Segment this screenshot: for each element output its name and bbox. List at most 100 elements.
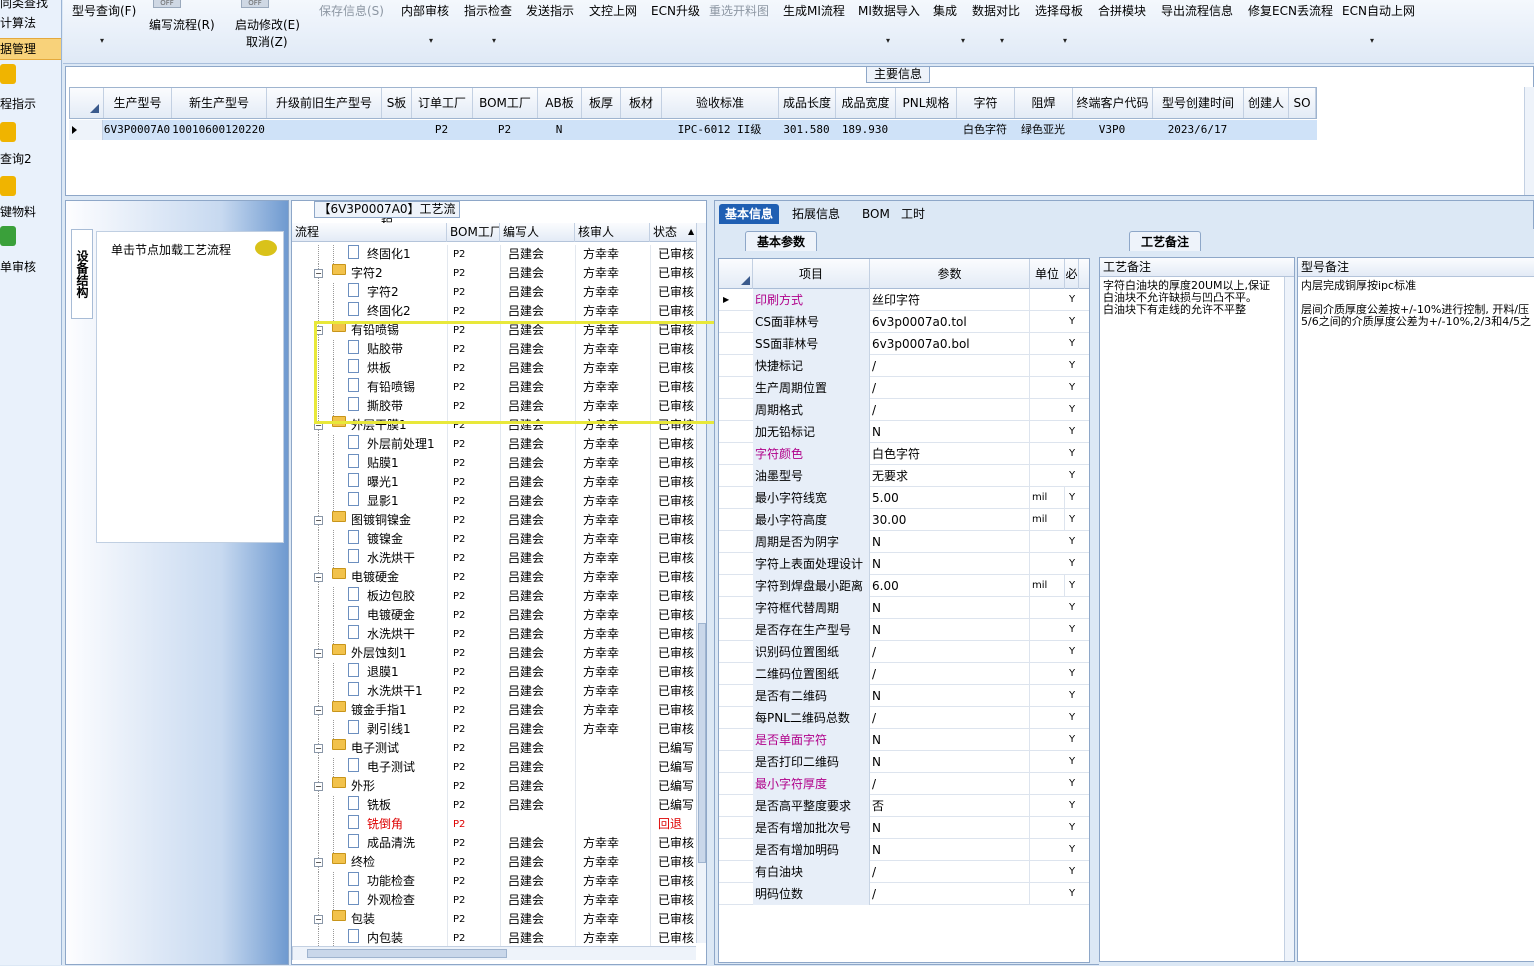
param-col-header-3[interactable]: 必 [1065, 259, 1079, 289]
tree-row[interactable]: 字符2 P2 吕建会 方幸幸 已审核 [292, 283, 697, 302]
tree-node-label[interactable]: 镀金手指1 [351, 701, 446, 720]
tree-col-header-2[interactable]: 编写人 [500, 223, 575, 242]
param-row[interactable]: 字符颜色 白色字符 Y [719, 443, 1089, 465]
toolbar-button-6[interactable]: ECN升级 [651, 2, 700, 19]
toggle-switch-2[interactable]: OFF [241, 0, 269, 8]
load-flow-hint[interactable]: 单击节点加载工艺流程 [111, 241, 231, 258]
tree-node-label[interactable]: 终检 [351, 853, 446, 872]
toolbar-button-16[interactable]: ECN自动上网 [1342, 2, 1415, 19]
main-cell-13[interactable]: 白色字符 [956, 120, 1014, 140]
tree-node-label[interactable]: 铣板 [367, 796, 447, 815]
toolbar-button-1[interactable]: 保存信息(S) [319, 2, 384, 19]
param-row[interactable]: 有白油块 / Y [719, 861, 1089, 883]
tree-node-label[interactable]: 水洗烘干 [367, 625, 447, 644]
main-col-header-14[interactable]: 阻焊 [1015, 88, 1073, 118]
detail-tab-3[interactable]: 工时 [895, 204, 931, 224]
start-edit-button[interactable]: 启动修改(E) [235, 16, 300, 33]
main-cell-9[interactable]: IPC-6012 II级 [661, 120, 778, 140]
main-cell-14[interactable]: 绿色亚光 [1014, 120, 1072, 140]
toolbar-button-14[interactable]: 导出流程信息 [1161, 2, 1233, 19]
param-value[interactable]: 6v3p0007a0.tol [870, 311, 1030, 333]
nav-item-3[interactable]: 程指示 [0, 95, 61, 113]
tree-row[interactable]: 剥引线1 P2 吕建会 方幸幸 已审核 [292, 720, 697, 739]
main-cell-2[interactable] [266, 120, 381, 140]
collapse-icon[interactable]: − [314, 915, 323, 924]
toolbar-button-10[interactable]: 集成 [933, 2, 957, 19]
param-value[interactable]: N [870, 597, 1030, 619]
tree-node-label[interactable]: 电子测试 [351, 739, 446, 758]
toolbar-button-5[interactable]: 文控上网 [589, 2, 637, 19]
main-cell-1[interactable]: 10010600120220 [171, 120, 266, 140]
toggle-switch-1[interactable]: OFF [153, 0, 181, 8]
device-structure-tab[interactable]: 设备结构 [71, 229, 93, 319]
param-value[interactable]: / [870, 377, 1030, 399]
param-row[interactable]: ▶ 印刷方式 丝印字符 Y [719, 289, 1089, 311]
param-row[interactable]: 周期是否为阴字 N Y [719, 531, 1089, 553]
main-cell-5[interactable]: P2 [472, 120, 537, 140]
main-col-header-10[interactable]: 成品长度 [779, 88, 836, 118]
tree-folder-row[interactable]: − 终检 P2 吕建会 方幸幸 已审核 [292, 853, 697, 872]
param-value[interactable]: 否 [870, 795, 1030, 817]
tree-node-label[interactable]: 字符2 [351, 264, 446, 283]
param-value[interactable]: N [870, 619, 1030, 641]
main-col-header-11[interactable]: 成品宽度 [836, 88, 896, 118]
param-row[interactable]: 快捷标记 / Y [719, 355, 1089, 377]
tree-node-label[interactable]: 水洗烘干 [367, 549, 447, 568]
param-row[interactable]: 二维码位置图纸 / Y [719, 663, 1089, 685]
param-row[interactable]: 是否有二维码 N Y [719, 685, 1089, 707]
tree-folder-row[interactable]: − 电镀硬金 P2 吕建会 方幸幸 已审核 [292, 568, 697, 587]
collapse-icon[interactable]: − [314, 782, 323, 791]
toolbar-button-11[interactable]: 数据对比 [972, 2, 1020, 19]
tree-row[interactable]: 显影1 P2 吕建会 方幸幸 已审核 [292, 492, 697, 511]
param-value[interactable]: / [870, 773, 1030, 795]
dropdown-arrow-icon[interactable]: ▾ [1000, 36, 1004, 45]
collapse-icon[interactable]: − [314, 269, 323, 278]
tree-node-label[interactable]: 图镀铜镍金 [351, 511, 446, 530]
param-value[interactable]: 丝印字符 [870, 289, 1030, 311]
tree-folder-row[interactable]: − 镀金手指1 P2 吕建会 方幸幸 已审核 [292, 701, 697, 720]
tree-node-label[interactable]: 显影1 [367, 492, 447, 511]
collapse-icon[interactable]: − [314, 858, 323, 867]
param-value[interactable]: 白色字符 [870, 443, 1030, 465]
folder-query-icon[interactable] [0, 122, 16, 142]
param-row[interactable]: 是否单面字符 N Y [719, 729, 1089, 751]
tree-node-label[interactable]: 外形 [351, 777, 446, 796]
main-col-header-2[interactable]: 升级前旧生产型号 [267, 88, 382, 118]
toolbar-button-3[interactable]: 指示检查 [464, 2, 512, 19]
param-value[interactable]: N [870, 421, 1030, 443]
tree-row[interactable]: 终固化1 P2 吕建会 方幸幸 已审核 [292, 245, 697, 264]
param-value[interactable]: N [870, 531, 1030, 553]
tree-node-label[interactable]: 曝光1 [367, 473, 447, 492]
detail-tab-2[interactable]: BOM [856, 204, 896, 224]
param-row[interactable]: CS面菲林号 6v3p0007a0.tol Y [719, 311, 1089, 333]
param-value[interactable]: 5.00 [870, 487, 1030, 509]
collapse-icon[interactable]: − [314, 744, 323, 753]
tree-row[interactable]: 功能检查 P2 吕建会 方幸幸 已审核 [292, 872, 697, 891]
param-value[interactable]: 无要求 [870, 465, 1030, 487]
tree-row[interactable]: 成品清洗 P2 吕建会 方幸幸 已审核 [292, 834, 697, 853]
tree-node-label[interactable]: 贴膜1 [367, 454, 447, 473]
main-col-header-6[interactable]: AB板 [538, 88, 582, 118]
tree-row[interactable]: 板边包胶 P2 吕建会 方幸幸 已审核 [292, 587, 697, 606]
main-col-header-13[interactable]: 字符 [957, 88, 1015, 118]
main-col-header-12[interactable]: PNL规格 [896, 88, 957, 118]
param-row[interactable]: 字符到焊盘最小距离 6.00 mil Y [719, 575, 1089, 597]
param-value[interactable]: / [870, 861, 1030, 883]
tree-node-label[interactable]: 电镀硬金 [367, 606, 447, 625]
tree-node-label[interactable]: 电子测试 [367, 758, 447, 777]
param-value[interactable]: 30.00 [870, 509, 1030, 531]
tree-col-header-3[interactable]: 核审人 [575, 223, 650, 242]
tree-node-label[interactable]: 外层前处理1 [367, 435, 447, 454]
tree-folder-row[interactable]: − 外形 P2 吕建会 已编写 [292, 777, 697, 796]
toolbar-button-12[interactable]: 选择母板 [1035, 2, 1083, 19]
tree-node-label[interactable]: 外层蚀刻1 [351, 644, 446, 663]
main-col-header-5[interactable]: BOM工厂 [473, 88, 538, 118]
tree-row[interactable]: 外观检查 P2 吕建会 方幸幸 已审核 [292, 891, 697, 910]
main-col-header-0[interactable]: 生产型号 [104, 88, 172, 118]
main-cell-3[interactable] [381, 120, 411, 140]
nav-item-1[interactable]: 计算法 [0, 14, 61, 32]
tree-row[interactable]: 退膜1 P2 吕建会 方幸幸 已审核 [292, 663, 697, 682]
main-cell-17[interactable] [1243, 120, 1288, 140]
nav-item-6[interactable]: 单审核 [0, 258, 61, 276]
toolbar-button-13[interactable]: 合拼模块 [1098, 2, 1146, 19]
